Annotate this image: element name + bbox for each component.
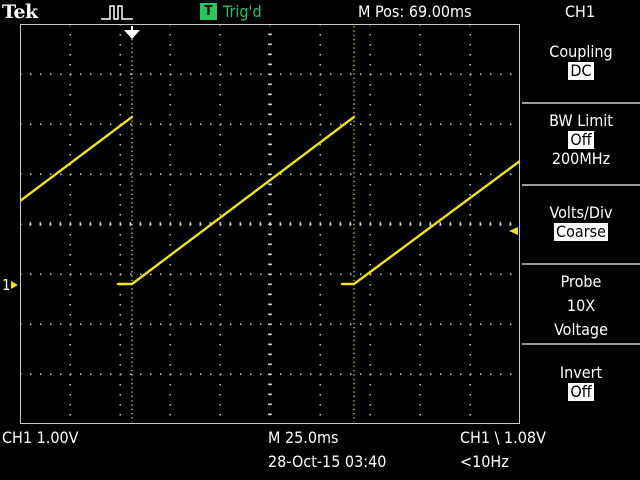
ch1-scale-readout: CH1 1.00V: [2, 428, 79, 447]
status-bar: Tek T Trig'd M Pos: 69.00ms CH1: [0, 0, 640, 24]
channel-1-marker-label: 1: [2, 276, 11, 294]
trigger-state-badge: T: [200, 3, 217, 20]
bw-limit-menu[interactable]: BW Limit Off 200MHz: [522, 111, 640, 168]
volts-div-label: Volts/Div: [549, 203, 613, 222]
trigger-status: T Trig'd: [200, 2, 262, 21]
probe-type: Voltage: [554, 320, 608, 339]
menu-divider: [522, 184, 640, 186]
frequency-readout: <10Hz: [460, 452, 509, 471]
probe-label: Probe: [560, 272, 602, 291]
marker-arrow-icon: [10, 281, 18, 289]
probe-attenuation: 10X: [566, 296, 596, 315]
menu-title: CH1: [564, 2, 596, 21]
probe-menu[interactable]: Probe 10X Voltage: [522, 270, 640, 342]
volts-div-value[interactable]: Coarse: [554, 223, 608, 241]
invert-value[interactable]: Off: [568, 383, 594, 401]
trigger-readout: CH1 \ 1.08V: [460, 428, 546, 447]
waveform-display[interactable]: [20, 24, 520, 424]
invert-label: Invert: [559, 363, 603, 382]
horizontal-position: M Pos: 69.00ms: [358, 2, 472, 21]
bw-limit-value[interactable]: Off: [568, 131, 594, 149]
coupling-menu[interactable]: Coupling DC: [522, 42, 640, 80]
volts-div-menu[interactable]: Volts/Div Coarse: [522, 203, 640, 241]
bw-limit-label: BW Limit: [549, 111, 613, 130]
coupling-value[interactable]: DC: [568, 62, 594, 80]
coupling-label: Coupling: [549, 42, 613, 61]
timebase-readout: M 25.0ms: [268, 428, 339, 447]
menu-divider: [522, 343, 640, 345]
brand-logo: Tek: [2, 1, 38, 23]
trigger-status-text: Trig'd: [223, 2, 262, 21]
menu-divider: [522, 102, 640, 104]
invert-menu[interactable]: Invert Off: [522, 363, 640, 401]
date-time-readout: 28-Oct-15 03:40: [268, 452, 387, 471]
trigger-pulse-icon: [101, 5, 133, 20]
side-menu: Coupling DC BW Limit Off 200MHz Volts/Di…: [522, 24, 640, 424]
channel-1-ground-marker[interactable]: 1: [2, 276, 19, 294]
readout-bar: CH1 1.00V M 25.0ms 28-Oct-15 03:40 CH1 \…: [0, 424, 640, 480]
bw-limit-frequency: 200MHz: [551, 149, 611, 168]
menu-divider: [522, 263, 640, 265]
